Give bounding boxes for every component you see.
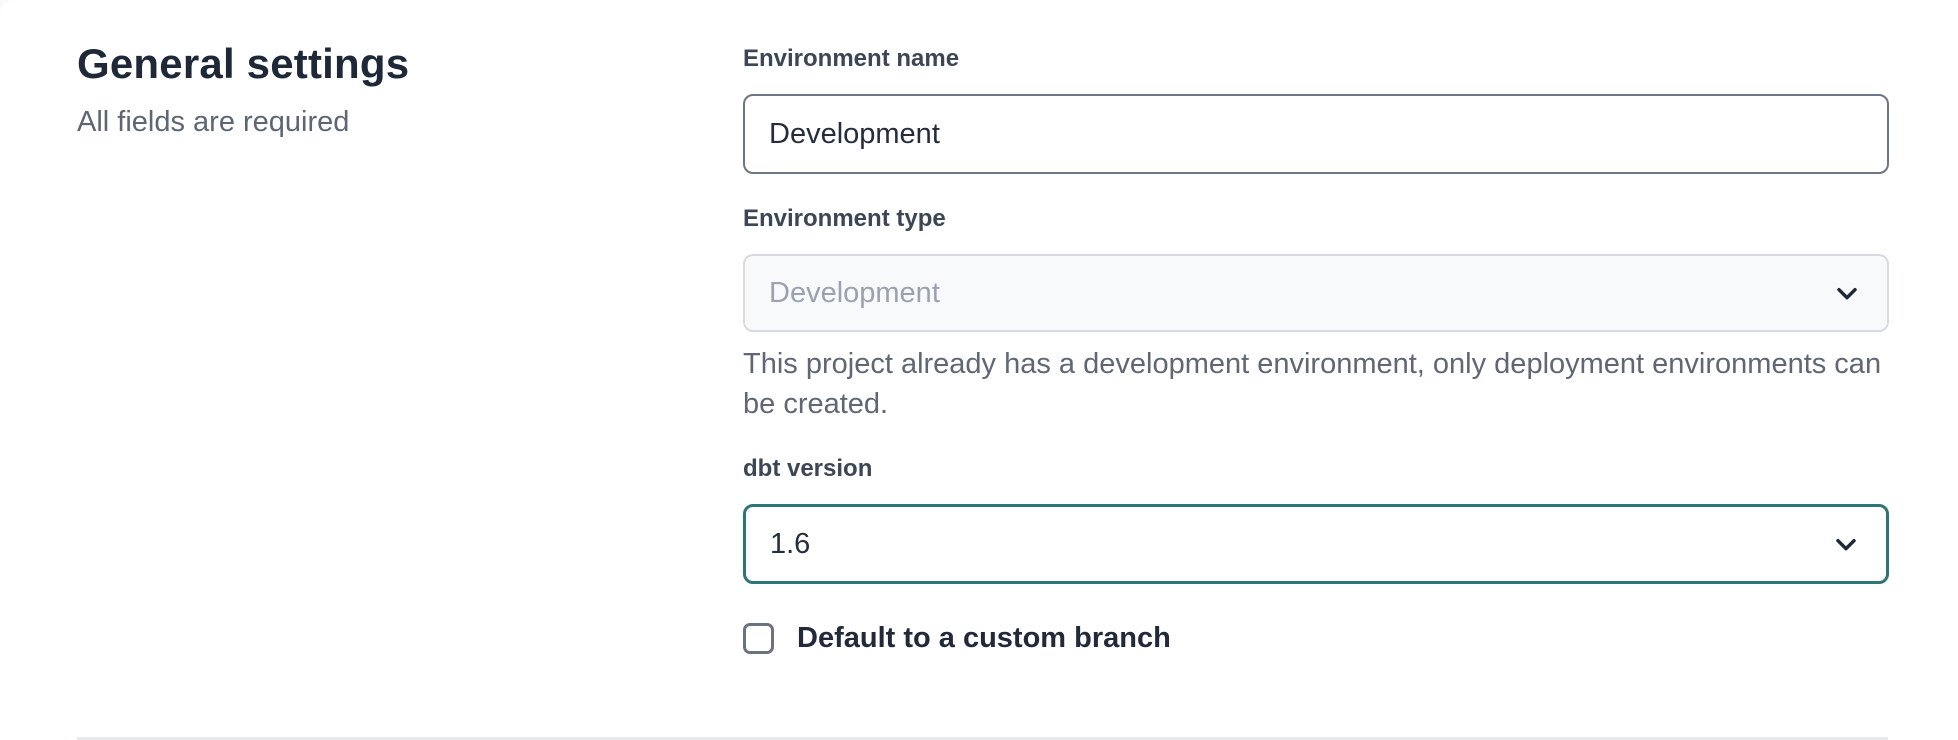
custom-branch-checkbox[interactable] — [743, 623, 774, 654]
custom-branch-row: Default to a custom branch — [743, 622, 1889, 655]
environment-name-group: Environment name — [743, 44, 1889, 174]
dbt-version-value: 1.6 — [770, 528, 810, 561]
chevron-down-icon — [1830, 528, 1862, 560]
settings-header: General settings All fields are required — [77, 40, 657, 140]
environment-name-input[interactable] — [743, 94, 1889, 174]
dbt-version-label: dbt version — [743, 454, 1889, 484]
environment-type-select[interactable]: Development — [743, 254, 1889, 332]
settings-form: Environment name Environment type Develo… — [743, 44, 1889, 655]
custom-branch-label[interactable]: Default to a custom branch — [797, 622, 1171, 655]
environment-type-group: Environment type Development This projec… — [743, 204, 1889, 424]
dbt-version-select[interactable]: 1.6 — [743, 504, 1889, 584]
page-subtitle: All fields are required — [77, 104, 657, 140]
environment-name-label: Environment name — [743, 44, 1889, 74]
general-settings-panel: General settings All fields are required… — [0, 0, 1958, 740]
dbt-version-group: dbt version 1.6 — [743, 454, 1889, 584]
chevron-down-icon — [1831, 277, 1863, 309]
environment-type-label: Environment type — [743, 204, 1889, 234]
page-title: General settings — [77, 40, 657, 88]
environment-type-helper: This project already has a development e… — [743, 344, 1889, 424]
environment-type-value: Development — [769, 277, 940, 310]
